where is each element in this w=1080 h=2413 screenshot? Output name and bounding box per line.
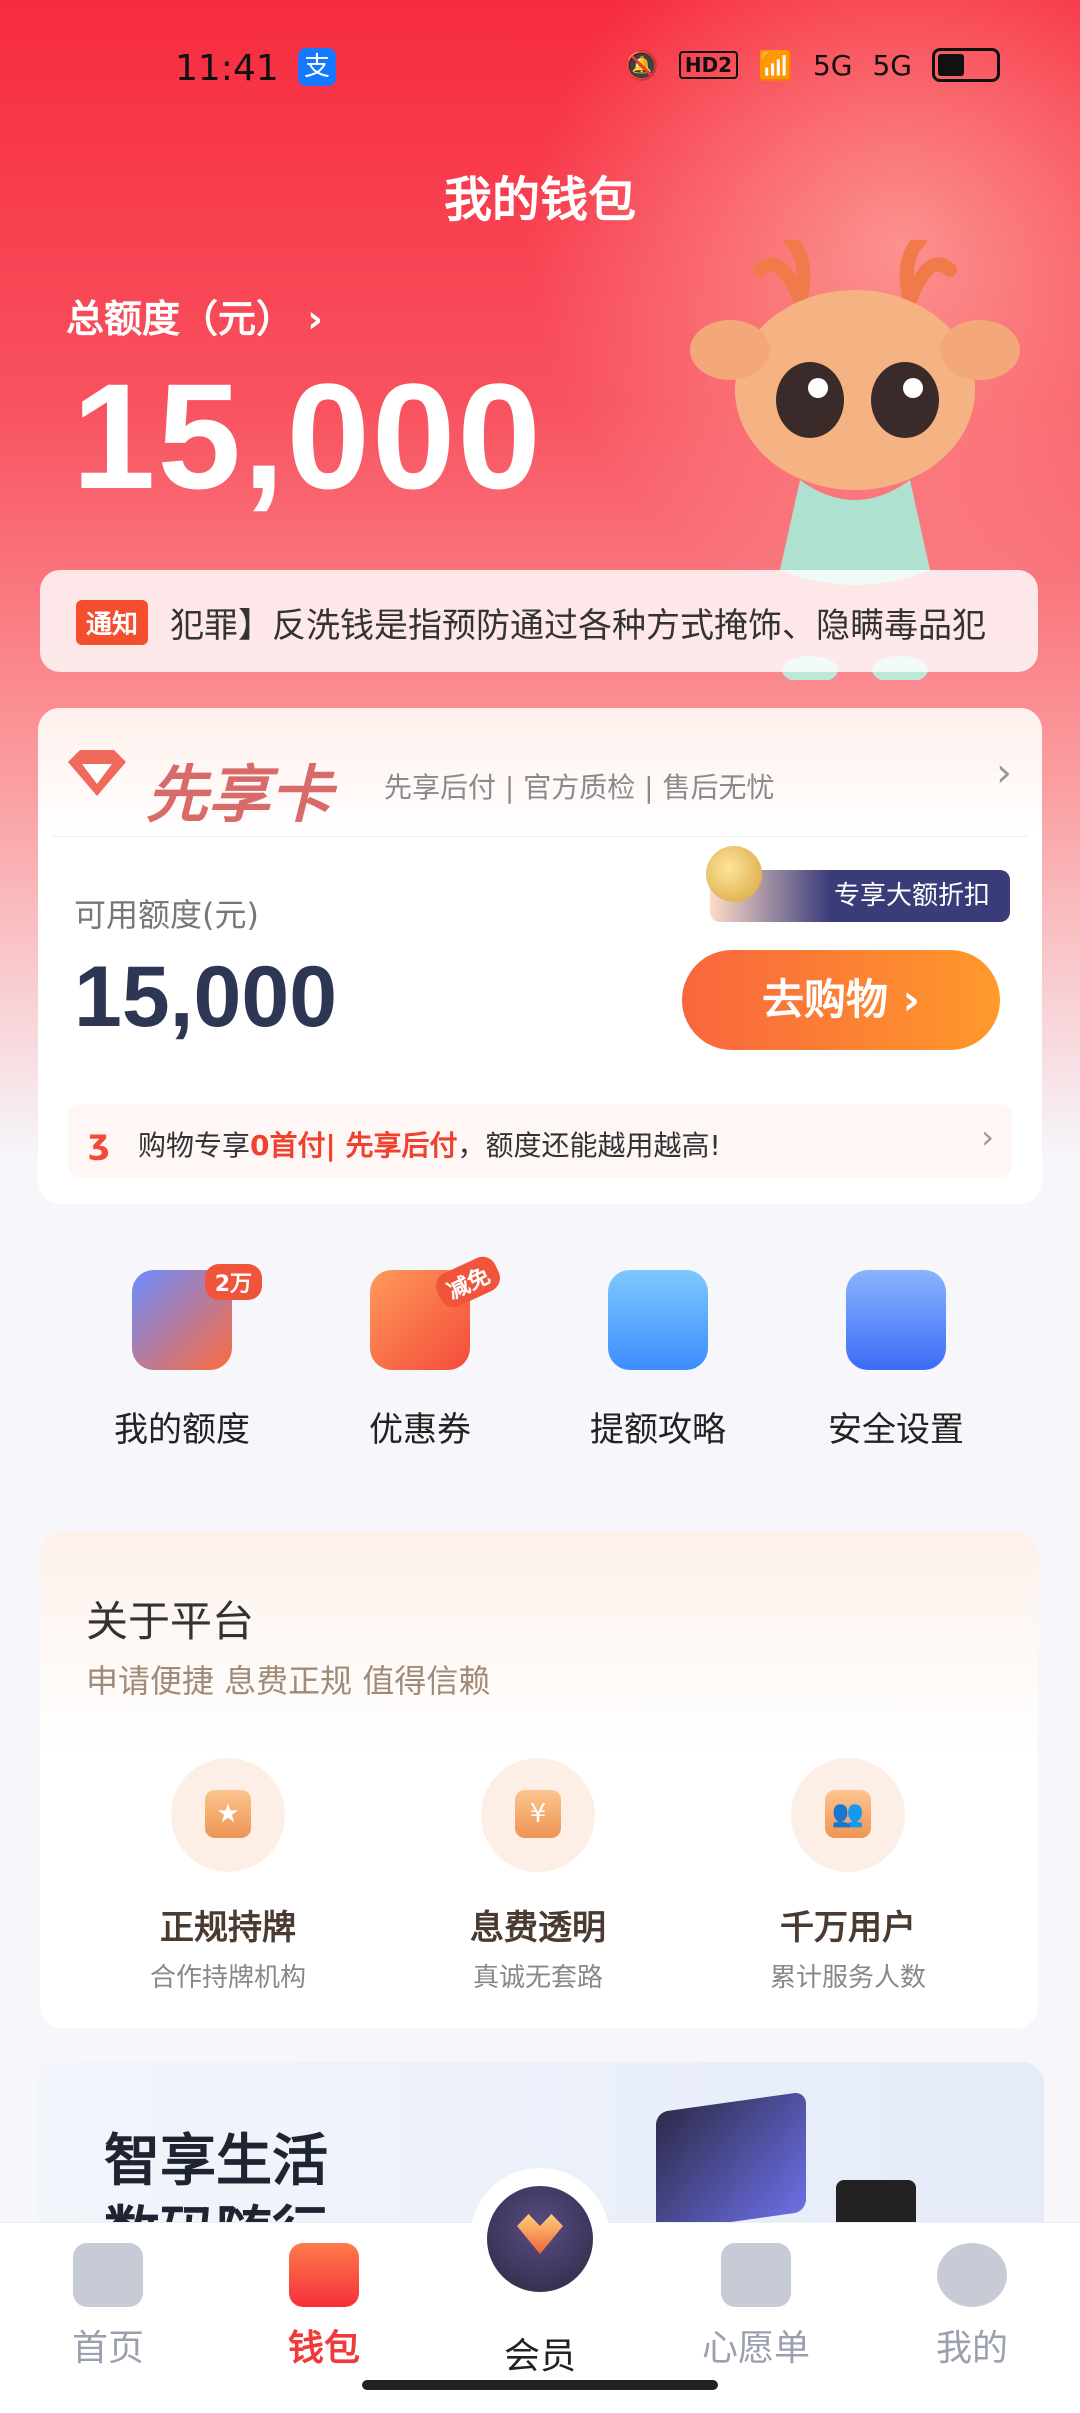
signal-icon-2: 5G [872, 48, 912, 82]
xianxiang-card: 先享卡 先享后付 | 官方质检 | 售后无忧 › 可用额度(元) 15,000 … [38, 708, 1042, 1204]
status-bar: 11:41 支 🔕 HD2 📶 5G 5G [0, 0, 1080, 140]
camera-image [836, 2180, 916, 2222]
tab-member[interactable]: 会员 [450, 2315, 630, 2379]
brand-logo-icon: ʒ [88, 1122, 110, 1162]
credit-tag-icon: 2万 [132, 1264, 262, 1370]
feature-title: 千万用户 [780, 1908, 916, 1948]
divider [52, 836, 1028, 837]
chevron-right-icon: › [981, 1118, 994, 1156]
tab-home[interactable]: 首页 [18, 2243, 198, 2371]
coupon-icon: 减免 [370, 1252, 505, 1370]
quick-label: 安全设置 [828, 1410, 964, 1450]
credit-badge: 2万 [204, 1264, 262, 1300]
available-credit-value: 15,000 [74, 949, 338, 1045]
quick-coupon[interactable]: 减免 优惠券 [300, 1252, 540, 1451]
tab-mine[interactable]: 我的 [882, 2243, 1062, 2371]
users-icon: 👥 [791, 1758, 905, 1872]
feature-desc: 合作持牌机构 [149, 1963, 306, 1993]
page-title: 我的钱包 [443, 172, 636, 228]
tab-label: 会员 [503, 2336, 576, 2377]
notice-bar[interactable]: 通知 犯罪】反洗钱是指预防通过各种方式掩饰、隐瞒毒品犯 [40, 570, 1038, 672]
total-credit-value: 15,000 [72, 352, 543, 520]
go-shopping-label: 去购物 [762, 975, 889, 1024]
tab-label: 钱包 [287, 2328, 360, 2369]
tip-text: 购物专享0首付| 先享后付，额度还能越用越高! [138, 1129, 721, 1162]
wishlist-icon [721, 2243, 791, 2307]
tab-label: 我的 [935, 2328, 1008, 2369]
medal-icon: ★ [171, 1758, 285, 1872]
feature-desc: 真诚无套路 [472, 1963, 603, 1993]
hd-icon: HD2 [678, 51, 739, 79]
tab-wallet[interactable]: 钱包 [234, 2243, 414, 2371]
chevron-right-icon: › [902, 975, 920, 1024]
signal-icon-1: 5G [812, 48, 853, 82]
available-credit-label: 可用额度(元) [74, 896, 259, 934]
member-crown-icon[interactable] [487, 2186, 593, 2292]
about-platform-card: 关于平台 申请便捷 息费正规 值得信赖 ★ 正规持牌 合作持牌机构 ¥ 息费透明… [40, 1532, 1038, 2028]
about-subtitle: 申请便捷 息费正规 值得信赖 [86, 1662, 491, 1700]
feature-title: 息费透明 [470, 1908, 606, 1948]
alipay-icon: 支 [298, 48, 336, 86]
feature-transparent: ¥ 息费透明 真诚无套路 [388, 1758, 688, 1994]
tab-wishlist[interactable]: 心愿单 [666, 2243, 846, 2371]
card-brand: 先享卡 [146, 758, 333, 831]
about-title: 关于平台 [86, 1597, 255, 1646]
tab-label: 心愿单 [701, 2328, 810, 2369]
tab-label: 首页 [71, 2328, 144, 2369]
tablet-image [656, 2091, 806, 2222]
feature-licensed: ★ 正规持牌 合作持牌机构 [78, 1758, 378, 1994]
wifi-icon: 📶 [758, 48, 793, 82]
quick-label: 提额攻略 [590, 1410, 726, 1450]
feature-users: 👥 千万用户 累计服务人数 [698, 1758, 998, 1994]
status-time: 11:41 [175, 48, 279, 89]
diamond-icon [68, 750, 126, 796]
quick-actions: 2万 我的额度 减免 优惠券 提额攻略 安全设置 [0, 1252, 1080, 1460]
home-icon [73, 2243, 143, 2307]
feature-title: 正规持牌 [160, 1908, 296, 1948]
status-icons: 🔕 HD2 📶 5G 5G [624, 48, 1000, 82]
profile-icon [937, 2243, 1007, 2307]
feature-desc: 累计服务人数 [769, 1963, 926, 1993]
quick-my-credit[interactable]: 2万 我的额度 [62, 1264, 302, 1451]
notice-text: 犯罪】反洗钱是指预防通过各种方式掩饰、隐瞒毒品犯 [170, 606, 986, 646]
coin-icon [706, 846, 762, 902]
shopping-tip-bar[interactable]: ʒ 购物专享0首付| 先享后付，额度还能越用越高! › [68, 1104, 1012, 1178]
total-credit-link[interactable]: 总额度（元） › [66, 288, 323, 343]
go-shopping-button[interactable]: 去购物 › [682, 950, 1000, 1050]
star-icon [608, 1270, 708, 1370]
chevron-right-icon: › [996, 750, 1012, 796]
mute-icon: 🔕 [623, 48, 659, 82]
home-indicator [362, 2380, 718, 2390]
coupon-badge: 减免 [431, 1252, 505, 1312]
quick-label: 优惠券 [369, 1410, 471, 1450]
quick-security[interactable]: 安全设置 [776, 1270, 1016, 1451]
wallet-icon [289, 2243, 359, 2307]
shield-icon [846, 1270, 946, 1370]
total-credit-label: 总额度（元） [66, 297, 295, 341]
chevron-right-icon: › [307, 297, 323, 341]
quick-raise-guide[interactable]: 提额攻略 [538, 1270, 778, 1451]
notice-tag: 通知 [76, 600, 149, 645]
money-bag-icon: ¥ [481, 1758, 595, 1872]
card-slogan: 先享后付 | 官方质检 | 售后无忧 [384, 771, 775, 804]
banner-line2: 数码随行 [104, 2188, 328, 2222]
battery-icon [932, 48, 1000, 82]
banner-line1: 智享生活 [104, 2129, 328, 2194]
quick-label: 我的额度 [114, 1410, 250, 1450]
card-header[interactable]: 先享卡 先享后付 | 官方质检 | 售后无忧 › [38, 708, 1042, 836]
